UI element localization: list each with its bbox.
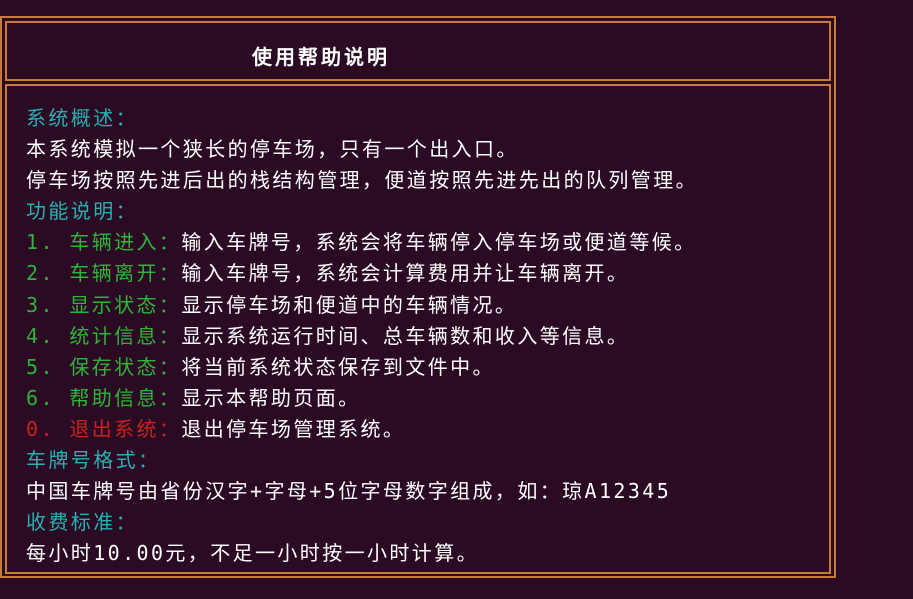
function-key: 5. 保存状态： <box>26 354 182 379</box>
overview-heading: 系统概述： <box>26 106 138 130</box>
function-key: 4. 统计信息： <box>26 323 182 348</box>
function-item-exit: 0. 退出系统：退出停车场管理系统。 <box>26 414 698 445</box>
fee-text: 每小时10.00元，不足一小时按一小时计算。 <box>26 541 480 566</box>
function-desc: 将当前系统状态保存到文件中。 <box>181 354 495 379</box>
fee-heading: 收费标准： <box>26 510 138 535</box>
plate-heading: 车牌号格式： <box>26 448 161 473</box>
function-heading: 功能说明： <box>26 199 138 224</box>
function-item-save: 5. 保存状态：将当前系统状态保存到文件中。 <box>26 352 698 383</box>
exit-key: 0. 退出系统： <box>26 416 182 441</box>
help-window: 使用帮助说明 系统概述： 本系统模拟一个狭长的停车场，只有一个出入口。 停车场按… <box>0 16 836 578</box>
title-bar: 使用帮助说明 <box>5 21 831 81</box>
plate-format-text: 中国车牌号由省份汉字+字母+5位字母数字组成，如：琼A12345 <box>26 479 672 504</box>
function-desc: 显示停车场和便道中的车辆情况。 <box>181 292 518 317</box>
help-content: 系统概述： 本系统模拟一个狭长的停车场，只有一个出入口。 停车场按照先进后出的栈… <box>5 84 831 574</box>
function-desc: 显示系统运行时间、总车辆数和收入等信息。 <box>181 323 630 348</box>
function-key: 6. 帮助信息： <box>26 385 182 410</box>
overview-line-1: 本系统模拟一个狭长的停车场，只有一个出入口。 <box>26 137 519 162</box>
function-desc: 输入车牌号，系统会计算费用并让车辆离开。 <box>181 261 630 286</box>
function-desc: 显示本帮助页面。 <box>181 385 361 410</box>
function-item-enter: 1. 车辆进入：输入车牌号，系统会将车辆停入停车场或便道等候。 <box>26 227 698 258</box>
function-key: 1. 车辆进入： <box>26 230 182 255</box>
function-desc: 退出停车场管理系统。 <box>181 416 406 441</box>
function-item-help: 6. 帮助信息：显示本帮助页面。 <box>26 383 698 414</box>
function-key: 2. 车辆离开： <box>26 261 182 286</box>
function-item-status: 3. 显示状态：显示停车场和便道中的车辆情况。 <box>26 290 698 321</box>
overview-line-2: 停车场按照先进后出的栈结构管理，便道按照先进先出的队列管理。 <box>26 168 698 193</box>
function-desc: 输入车牌号，系统会将车辆停入停车场或便道等候。 <box>181 230 697 255</box>
function-item-leave: 2. 车辆离开：输入车牌号，系统会计算费用并让车辆离开。 <box>26 258 698 289</box>
window-title: 使用帮助说明 <box>252 45 390 69</box>
help-text-block: 系统概述： 本系统模拟一个狭长的停车场，只有一个出入口。 停车场按照先进后出的栈… <box>26 103 698 569</box>
function-key: 3. 显示状态： <box>26 292 182 317</box>
function-item-stats: 4. 统计信息：显示系统运行时间、总车辆数和收入等信息。 <box>26 321 698 352</box>
